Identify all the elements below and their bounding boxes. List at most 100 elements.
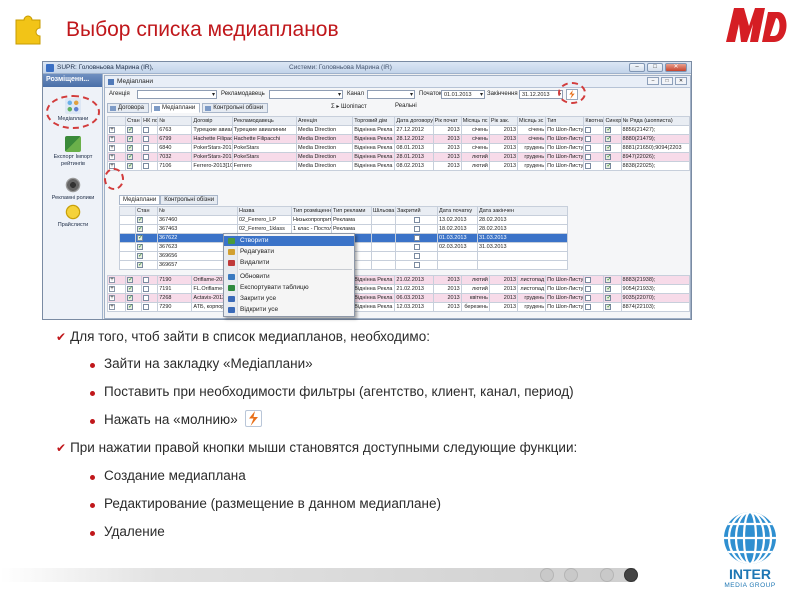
checkbox[interactable] bbox=[143, 153, 150, 160]
checkbox[interactable] bbox=[605, 286, 611, 292]
column-header[interactable]: Агенція bbox=[295, 116, 354, 126]
column-header[interactable]: Тип bbox=[545, 116, 585, 126]
inner-maximize-button[interactable]: □ bbox=[661, 77, 673, 85]
expand-cell[interactable]: + bbox=[106, 125, 127, 135]
end-date-field[interactable]: 31.12.2013 bbox=[519, 90, 563, 99]
column-header[interactable]: Стан bbox=[125, 116, 143, 126]
checkbox[interactable] bbox=[127, 154, 133, 160]
channel-dropdown[interactable] bbox=[367, 90, 415, 99]
column-header[interactable]: Стан bbox=[135, 206, 158, 216]
checkbox[interactable] bbox=[143, 126, 150, 133]
table-row[interactable]: 36746002_Ferrero_LPНизькопропритетне рРе… bbox=[119, 215, 568, 225]
context-menu-item[interactable]: Видалити bbox=[224, 258, 354, 268]
checkbox[interactable] bbox=[605, 127, 611, 133]
context-menu-item[interactable]: Закрити усе bbox=[224, 294, 354, 304]
checkbox[interactable] bbox=[127, 163, 133, 169]
checkbox[interactable] bbox=[605, 304, 611, 310]
table-row[interactable]: +7290АТБ, корпорація -АВіднінна Рекла12.… bbox=[106, 302, 691, 312]
plus-icon[interactable]: + bbox=[109, 286, 115, 292]
expand-cell[interactable]: + bbox=[106, 275, 127, 285]
column-header[interactable]: Дата договору bbox=[394, 116, 434, 126]
column-header[interactable]: Синхро bbox=[603, 116, 622, 126]
checkbox[interactable] bbox=[127, 127, 133, 133]
table-row[interactable]: +7268Actavis-2013[100] АВіднінна Рекла06… bbox=[106, 293, 691, 303]
column-header[interactable]: Тип реклами bbox=[331, 206, 372, 216]
checkbox[interactable] bbox=[605, 277, 611, 283]
checkbox[interactable] bbox=[137, 217, 143, 223]
table-row[interactable]: +6799Hachette FilipacchiHachette Filipac… bbox=[106, 134, 691, 144]
plus-icon[interactable]: + bbox=[109, 277, 115, 283]
context-menu-item[interactable]: Експортувати таблицю bbox=[224, 283, 354, 293]
start-date-field[interactable]: 01.01.2013 bbox=[441, 90, 485, 99]
checkbox[interactable] bbox=[137, 226, 143, 232]
checkbox[interactable] bbox=[413, 216, 420, 223]
inner-minimize-button[interactable]: – bbox=[647, 77, 659, 85]
checkbox[interactable] bbox=[413, 261, 420, 268]
checkbox[interactable] bbox=[127, 136, 133, 142]
checkbox[interactable] bbox=[605, 136, 611, 142]
toolbar-sum-dropdown[interactable]: Σ ▸ Шопіпаст bbox=[331, 103, 367, 113]
column-header[interactable]: Місяць пс bbox=[460, 116, 490, 126]
checkbox[interactable] bbox=[605, 295, 611, 301]
checkbox[interactable] bbox=[605, 145, 611, 151]
column-header[interactable]: № Ряда (шопписта) bbox=[620, 116, 691, 126]
checkbox[interactable] bbox=[585, 285, 592, 292]
checkbox[interactable] bbox=[137, 235, 143, 241]
expand-cell[interactable]: + bbox=[106, 134, 127, 144]
checkbox[interactable] bbox=[127, 145, 133, 151]
checkbox[interactable] bbox=[137, 262, 143, 268]
table-row[interactable]: +6840PokerStars-2013[1]PokeStarsMedia Di… bbox=[106, 143, 691, 153]
checkbox[interactable] bbox=[127, 295, 133, 301]
checkbox[interactable] bbox=[413, 234, 420, 241]
expand-cell[interactable]: + bbox=[106, 302, 127, 312]
toolbar-real-dropdown[interactable]: Реальні bbox=[395, 103, 417, 113]
nav-item-ad-clips[interactable]: Рекламні ролики bbox=[43, 177, 103, 202]
column-header[interactable]: Рік почат bbox=[432, 116, 462, 126]
checkbox[interactable] bbox=[143, 144, 150, 151]
tab-contracts[interactable]: Договора bbox=[107, 103, 149, 113]
nav-item-pricelists[interactable]: Прайслисти bbox=[43, 204, 103, 229]
expand-cell[interactable]: + bbox=[106, 152, 127, 162]
checkbox[interactable] bbox=[143, 294, 150, 301]
context-menu-item[interactable]: Обновити bbox=[224, 272, 354, 282]
table-row[interactable]: +7032PokerStars-2013 LPokeStarsMedia Dir… bbox=[106, 152, 691, 162]
checkbox[interactable] bbox=[585, 153, 592, 160]
plus-icon[interactable]: + bbox=[109, 154, 115, 160]
column-header[interactable]: Квотна р bbox=[583, 116, 605, 126]
column-header[interactable]: Шільова ауд bbox=[371, 206, 396, 216]
column-header[interactable]: № bbox=[157, 116, 193, 126]
context-menu-item[interactable]: Редагувати bbox=[224, 247, 354, 257]
table-row[interactable]: +6763Турецкие авиалиТурецкие авиалинииMe… bbox=[106, 125, 691, 135]
plus-icon[interactable]: + bbox=[109, 145, 115, 151]
checkbox[interactable] bbox=[143, 162, 150, 169]
context-menu-item[interactable]: Відкрити усе bbox=[224, 305, 354, 315]
subtab-control[interactable]: Контрольні обізни bbox=[160, 195, 219, 205]
checkbox[interactable] bbox=[413, 243, 420, 250]
expand-cell[interactable]: + bbox=[106, 293, 127, 303]
checkbox[interactable] bbox=[143, 276, 150, 283]
column-header[interactable]: Рік зак. bbox=[488, 116, 519, 126]
checkbox[interactable] bbox=[143, 303, 150, 310]
column-header[interactable]: Закритий bbox=[395, 206, 438, 216]
maximize-button[interactable]: □ bbox=[647, 63, 663, 72]
advertiser-dropdown[interactable] bbox=[269, 90, 343, 99]
column-header[interactable]: Тип розміщення bbox=[291, 206, 332, 216]
tab-mediaplans[interactable]: Медіаплани bbox=[151, 103, 201, 113]
checkbox[interactable] bbox=[585, 294, 592, 301]
checkbox[interactable] bbox=[585, 135, 592, 142]
column-header[interactable]: Договір bbox=[191, 116, 233, 126]
checkbox[interactable] bbox=[585, 303, 592, 310]
column-header[interactable]: НК поз bbox=[141, 116, 159, 126]
checkbox[interactable] bbox=[585, 276, 592, 283]
column-header[interactable]: Назва bbox=[237, 206, 292, 216]
expand-cell[interactable]: + bbox=[106, 143, 127, 153]
checkbox[interactable] bbox=[413, 225, 420, 232]
column-header[interactable]: Місяць зс bbox=[517, 116, 547, 126]
subtab-mediaplans[interactable]: Медіаплани bbox=[119, 195, 161, 205]
tab-control[interactable]: Контрольні обізни bbox=[202, 103, 269, 113]
table-row[interactable]: +7191FL.Oriflame-2013[1] ОВіднінна Рекла… bbox=[106, 284, 691, 294]
minimize-button[interactable]: – bbox=[629, 63, 645, 72]
plus-icon[interactable]: + bbox=[109, 295, 115, 301]
checkbox[interactable] bbox=[137, 253, 143, 259]
plus-icon[interactable]: + bbox=[109, 304, 115, 310]
